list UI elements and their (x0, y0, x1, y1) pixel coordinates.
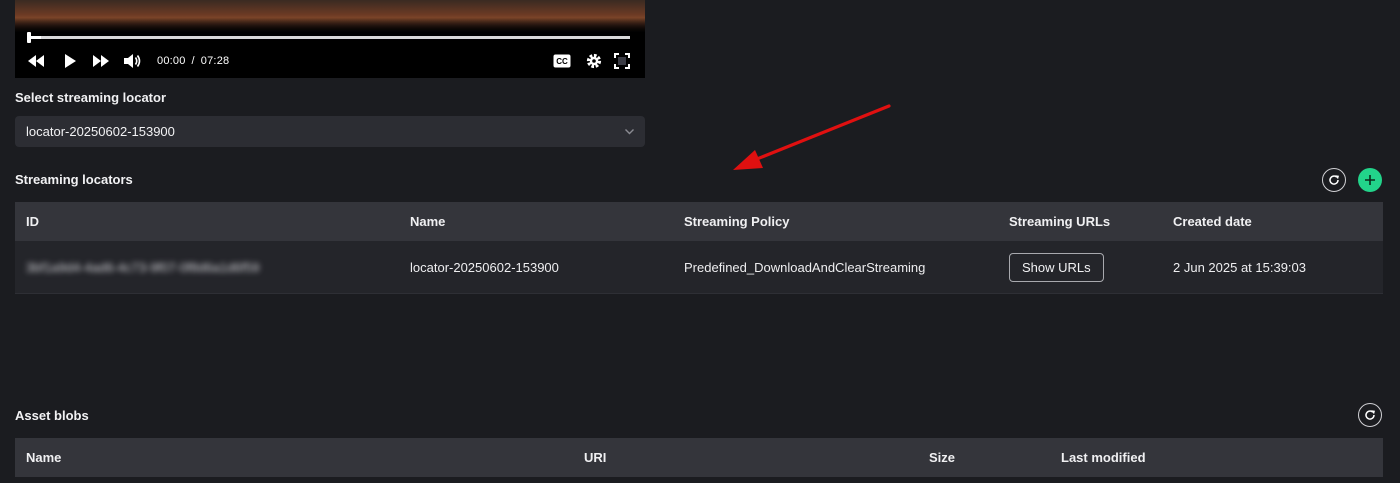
column-header-blob-name[interactable]: Name (15, 450, 573, 465)
gear-icon[interactable] (579, 46, 609, 76)
refresh-locators-button[interactable] (1322, 168, 1346, 192)
column-header-name[interactable]: Name (399, 214, 673, 229)
time-separator: / (191, 55, 195, 67)
streaming-locators-table: ID Name Streaming Policy Streaming URLs … (15, 202, 1383, 294)
locator-urls-cell: Show URLs (998, 252, 1162, 282)
locator-id: 3bf1a9d4-4ad6-4c73-9f07-0f8d6a1d6f59 (26, 259, 260, 275)
add-locator-button[interactable] (1358, 168, 1382, 192)
current-time: 00:00 (157, 55, 186, 67)
annotation-arrow-icon (733, 104, 891, 170)
table-header: Name URI Size Last modified (15, 438, 1383, 477)
play-icon[interactable] (53, 46, 87, 76)
chevron-down-icon (624, 125, 635, 140)
video-frame[interactable] (15, 0, 645, 32)
column-header-policy[interactable]: Streaming Policy (673, 214, 998, 229)
player-controls: 00:00 / 07:28 CC (15, 44, 645, 78)
asset-blobs-table: Name URI Size Last modified (15, 438, 1383, 477)
column-header-created[interactable]: Created date (1162, 214, 1383, 229)
fast-forward-icon[interactable] (87, 46, 115, 76)
asset-blobs-title: Asset blobs (15, 408, 89, 423)
time-display: 00:00 / 07:28 (157, 55, 229, 67)
progress-handle[interactable] (27, 32, 31, 43)
refresh-blobs-button[interactable] (1358, 403, 1382, 427)
refresh-icon (1364, 409, 1376, 421)
column-header-urls[interactable]: Streaming URLs (998, 214, 1162, 229)
column-header-uri[interactable]: URI (573, 450, 918, 465)
locator-select-value: locator-20250602-153900 (26, 124, 175, 139)
locator-created-date: 2 Jun 2025 at 15:39:03 (1173, 259, 1307, 275)
locator-policy: Predefined_DownloadAndClearStreaming (684, 259, 926, 275)
fullscreen-icon[interactable] (609, 46, 635, 76)
video-player[interactable]: 00:00 / 07:28 CC (15, 0, 645, 78)
refresh-icon (1328, 174, 1340, 186)
locator-name: locator-20250602-153900 (410, 259, 559, 275)
rewind-icon[interactable] (25, 46, 47, 76)
plus-icon (1364, 174, 1376, 186)
table-header: ID Name Streaming Policy Streaming URLs … (15, 202, 1383, 241)
duration: 07:28 (200, 55, 230, 67)
select-locator-label: Select streaming locator (15, 90, 166, 105)
column-header-id[interactable]: ID (15, 214, 399, 229)
table-row[interactable]: 3bf1a9d4-4ad6-4c73-9f07-0f8d6a1d6f59 loc… (15, 241, 1383, 294)
progress-bar[interactable] (29, 36, 630, 39)
volume-icon[interactable] (119, 46, 145, 76)
closed-captions-icon[interactable]: CC (545, 46, 579, 76)
captions-label: CC (556, 57, 568, 66)
streaming-locators-title: Streaming locators (15, 172, 133, 187)
locator-select[interactable]: locator-20250602-153900 (15, 116, 645, 147)
column-header-last-modified[interactable]: Last modified (1050, 450, 1383, 465)
show-urls-button[interactable]: Show URLs (1009, 252, 1104, 282)
column-header-size[interactable]: Size (918, 450, 1050, 465)
